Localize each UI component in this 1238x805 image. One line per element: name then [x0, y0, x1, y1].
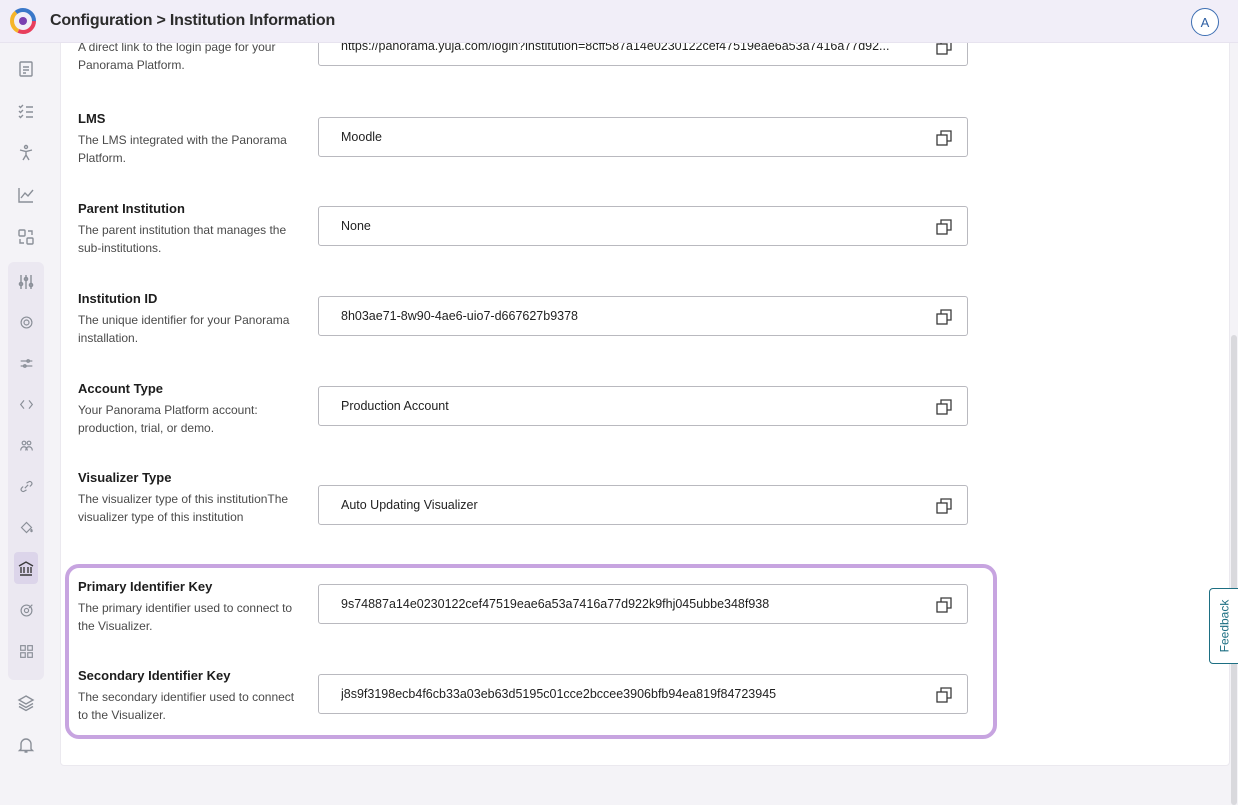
copy-icon[interactable]: [935, 129, 953, 147]
lms-field[interactable]: Moodle: [318, 117, 968, 157]
identifier-keys-highlight: [65, 564, 997, 739]
layers-icon[interactable]: [14, 691, 38, 715]
feedback-label: Feedback: [1217, 599, 1232, 653]
field-value: Moodle: [341, 130, 382, 144]
gear-icon[interactable]: [14, 310, 38, 334]
users-icon[interactable]: [14, 433, 38, 457]
field-value: 8h03ae71-8w90-4ae6-uio7-d667627b9378: [341, 309, 579, 323]
account-type-field[interactable]: Production Account: [318, 386, 968, 426]
row-description: Your Panorama Platform account: producti…: [78, 403, 258, 435]
avatar-initial: A: [1200, 14, 1210, 30]
feedback-tab[interactable]: Feedback: [1209, 588, 1238, 664]
copy-icon[interactable]: [935, 497, 953, 515]
settings-sliders-icon[interactable]: [14, 270, 38, 294]
bell-icon[interactable]: [14, 733, 38, 757]
row-visualizer-type: Visualizer Type The visualizer type of t…: [78, 470, 968, 526]
parent-institution-field[interactable]: None: [318, 206, 968, 246]
grid-icon[interactable]: [14, 639, 38, 663]
copy-icon[interactable]: [935, 398, 953, 416]
row-login-link: A direct link to the login page for your…: [78, 26, 968, 74]
row-lms: LMS The LMS integrated with the Panorama…: [78, 111, 968, 167]
scrollbar-thumb[interactable]: [1231, 335, 1237, 805]
copy-icon[interactable]: [935, 218, 953, 236]
row-description: The parent institution that manages the …: [78, 223, 287, 255]
paint-bucket-icon[interactable]: [14, 515, 38, 539]
breadcrumb: Configuration > Institution Information: [50, 12, 336, 29]
institution-id-field[interactable]: 8h03ae71-8w90-4ae6-uio7-d667627b9378: [318, 296, 968, 336]
field-value: Auto Updating Visualizer: [341, 498, 478, 512]
scan-icon[interactable]: [14, 225, 38, 249]
row-label: Visualizer Type: [78, 470, 172, 485]
institution-icon[interactable]: [14, 556, 38, 580]
target-icon[interactable]: [14, 598, 38, 622]
avatar[interactable]: A: [1191, 8, 1219, 36]
top-bar: Configuration > Institution Information …: [0, 0, 1238, 43]
row-description: The unique identifier for your Panorama …: [78, 313, 290, 345]
app-logo[interactable]: [10, 8, 36, 34]
row-description: The visualizer type of this institutionT…: [78, 492, 289, 524]
row-description: A direct link to the login page for your…: [78, 40, 276, 72]
row-description: The LMS integrated with the Panorama Pla…: [78, 133, 287, 165]
field-value: None: [341, 219, 371, 233]
row-institution-id: Institution ID The unique identifier for…: [78, 291, 968, 347]
analytics-icon[interactable]: [14, 183, 38, 207]
code-icon[interactable]: [14, 392, 38, 416]
row-account-type: Account Type Your Panorama Platform acco…: [78, 381, 968, 437]
accessibility-icon[interactable]: [14, 141, 38, 165]
visualizer-type-field[interactable]: Auto Updating Visualizer: [318, 485, 968, 525]
row-parent-institution: Parent Institution The parent institutio…: [78, 201, 968, 257]
link-icon[interactable]: [14, 474, 38, 498]
tune-icon[interactable]: [14, 351, 38, 375]
document-icon[interactable]: [14, 57, 38, 81]
scrollbar[interactable]: [1230, 43, 1238, 805]
field-value: Production Account: [341, 399, 449, 413]
checklist-icon[interactable]: [14, 99, 38, 123]
sidebar: [0, 43, 52, 774]
copy-icon[interactable]: [935, 308, 953, 326]
